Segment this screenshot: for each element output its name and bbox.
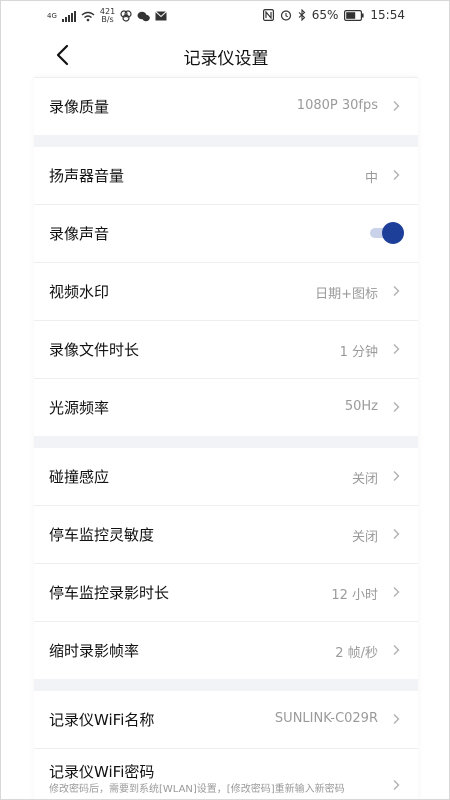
setting-wifi-name[interactable]: 记录仪WiFi名称 SUNLINK-C029R <box>34 691 418 749</box>
wechat-icon <box>137 11 150 21</box>
setting-timelapse-framerate[interactable]: 缩时录影帧率 2 帧/秒 <box>34 622 418 679</box>
setting-video-watermark[interactable]: 视频水印 日期+图标 <box>34 263 418 321</box>
battery-icon <box>344 9 365 21</box>
page-title: 记录仪设置 <box>183 49 269 69</box>
phone-screen: 4G 421 B/s 65% 15:54 记录仪设置 录像质量 1080P 30… <box>0 0 450 800</box>
chevron-right-icon <box>393 344 400 354</box>
mail-icon <box>155 11 168 21</box>
nfc-icon <box>262 9 274 21</box>
setting-video-quality[interactable]: 录像质量 1080P 30fps <box>34 78 418 135</box>
toggle-knob <box>382 222 404 244</box>
chevron-right-icon <box>393 587 400 597</box>
signal-icon <box>61 10 76 22</box>
setting-value: 12 小时 <box>331 588 378 603</box>
bluetooth-icon <box>298 9 306 21</box>
setting-label: 缩时录影帧率 <box>49 642 140 660</box>
setting-value: 关闭 <box>351 472 378 487</box>
section-divider <box>34 135 418 147</box>
setting-light-frequency[interactable]: 光源频率 50Hz <box>34 379 418 436</box>
setting-value: 50Hz <box>344 399 378 414</box>
setting-value: 中 <box>364 171 378 186</box>
setting-label: 视频水印 <box>49 283 110 301</box>
setting-label: 录像文件时长 <box>49 341 140 359</box>
setting-value: 关闭 <box>351 530 378 545</box>
alarm-icon <box>280 10 291 21</box>
status-right: 65% 15:54 <box>262 8 405 22</box>
setting-label: 记录仪WiFi密码 <box>49 763 155 781</box>
record-audio-toggle[interactable] <box>370 222 404 244</box>
network-type: 4G <box>47 12 57 20</box>
wifi-icon <box>81 11 95 21</box>
setting-description: 修改密码后，需要到系统[WLAN]设置，[修改密码]重新输入新密码 <box>49 784 345 795</box>
chevron-right-icon <box>393 101 400 111</box>
setting-collision-sensing[interactable]: 碰撞感应 关闭 <box>34 448 418 506</box>
setting-label: 录像质量 <box>49 98 110 116</box>
setting-parking-sensitivity[interactable]: 停车监控灵敏度 关闭 <box>34 506 418 564</box>
setting-value: SUNLINK-C029R <box>274 711 378 726</box>
battery-percent: 65% <box>311 8 339 22</box>
setting-label: 停车监控录影时长 <box>49 584 170 602</box>
setting-file-duration[interactable]: 录像文件时长 1 分钟 <box>34 321 418 379</box>
setting-value: 日期+图标 <box>315 287 378 302</box>
header-bar: 记录仪设置 <box>1 31 449 77</box>
chevron-right-icon <box>393 714 400 724</box>
chevron-right-icon <box>393 529 400 539</box>
status-left: 4G 421 B/s <box>47 8 168 24</box>
section-divider <box>34 436 418 448</box>
setting-value: 1080P 30fps <box>296 98 378 113</box>
setting-label: 扬声器音量 <box>49 167 125 185</box>
clock: 15:54 <box>370 8 405 22</box>
chevron-right-icon <box>393 645 400 655</box>
setting-label: 停车监控灵敏度 <box>49 526 155 544</box>
network-speed: 421 B/s <box>100 8 115 24</box>
chevron-right-icon <box>393 471 400 481</box>
setting-label: 录像声音 <box>49 225 110 243</box>
setting-label: 光源频率 <box>49 399 110 417</box>
app-notification-icon <box>120 10 132 22</box>
speed-unit: B/s <box>101 15 114 24</box>
chevron-right-icon <box>393 402 400 412</box>
setting-parking-record-duration[interactable]: 停车监控录影时长 12 小时 <box>34 564 418 622</box>
section-divider <box>34 679 418 691</box>
chevron-right-icon <box>393 286 400 296</box>
status-bar: 4G 421 B/s 65% 15:54 <box>1 1 449 31</box>
setting-label: 记录仪WiFi名称 <box>49 711 155 729</box>
chevron-right-icon <box>393 780 400 790</box>
setting-value: 2 帧/秒 <box>335 646 378 661</box>
setting-speaker-volume[interactable]: 扬声器音量 中 <box>34 147 418 205</box>
setting-record-audio: 录像声音 <box>34 205 418 263</box>
settings-list: 录像质量 1080P 30fps 扬声器音量 中 录像声音 视频水印 日期+图标… <box>34 77 418 799</box>
setting-label: 碰撞感应 <box>49 468 110 486</box>
setting-value: 1 分钟 <box>339 345 378 360</box>
setting-wifi-password[interactable]: 记录仪WiFi密码 修改密码后，需要到系统[WLAN]设置，[修改密码]重新输入… <box>34 749 418 799</box>
chevron-right-icon <box>393 170 400 180</box>
